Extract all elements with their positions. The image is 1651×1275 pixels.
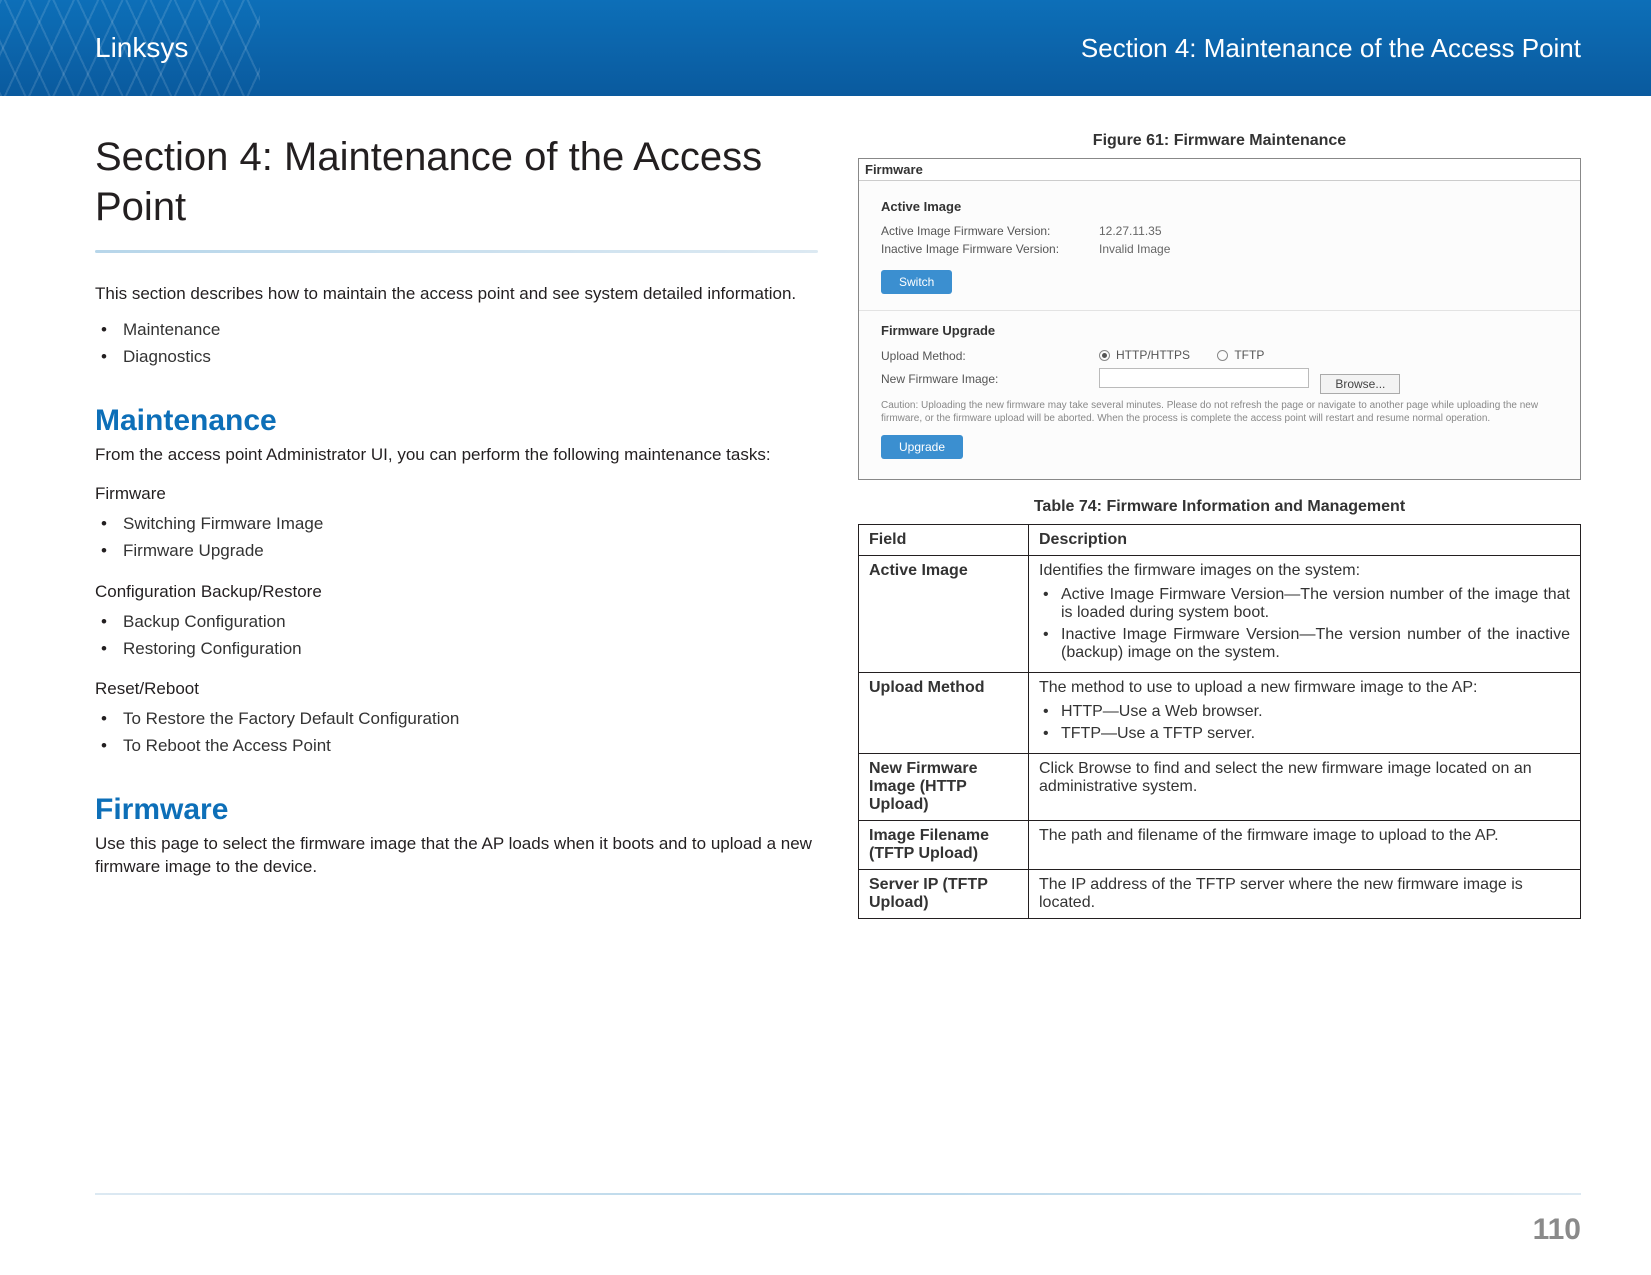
config-group-label: Configuration Backup/Restore	[95, 581, 818, 604]
desc-text: Identifies the firmware images on the sy…	[1039, 562, 1360, 579]
active-image-heading: Active Image	[881, 199, 1558, 214]
maintenance-text: From the access point Administrator UI, …	[95, 444, 818, 467]
list-item: Maintenance	[95, 316, 818, 343]
list-item: Restoring Configuration	[95, 635, 818, 662]
firmware-file-input[interactable]	[1099, 368, 1309, 388]
page-number: 110	[1533, 1213, 1581, 1247]
right-column: Figure 61: Firmware Maintenance Firmware…	[858, 132, 1581, 919]
firmware-group-list: Switching Firmware Image Firmware Upgrad…	[95, 510, 818, 564]
caution-text: Caution: Uploading the new firmware may …	[881, 399, 1558, 425]
table-row: Server IP (TFTP Upload) The IP address o…	[859, 869, 1581, 918]
list-item: Backup Configuration	[95, 608, 818, 635]
firmware-info-table: Field Description Active Image Identifie…	[858, 524, 1581, 919]
desc-cell: Identifies the firmware images on the sy…	[1029, 555, 1581, 672]
list-item: Firmware Upgrade	[95, 537, 818, 564]
table-header-field: Field	[859, 524, 1029, 555]
figure-caption: Figure 61: Firmware Maintenance	[858, 132, 1581, 150]
desc-list-item: Active Image Firmware Version—The versio…	[1039, 586, 1570, 622]
left-column: Section 4: Maintenance of the Access Poi…	[95, 132, 818, 919]
maintenance-heading: Maintenance	[95, 404, 818, 438]
switch-button[interactable]: Switch	[881, 270, 952, 294]
desc-cell: The path and filename of the firmware im…	[1029, 820, 1581, 869]
firmware-screenshot: Firmware Active Image Active Image Firmw…	[858, 158, 1581, 480]
field-cell: Upload Method	[859, 672, 1029, 753]
section-title: Section 4: Maintenance of the Access Poi…	[95, 132, 818, 232]
desc-cell: Click Browse to find and select the new …	[1029, 753, 1581, 820]
table-row: New Firmware Image (HTTP Upload) Click B…	[859, 753, 1581, 820]
field-cell: Image Filename (TFTP Upload)	[859, 820, 1029, 869]
firmware-heading: Firmware	[95, 793, 818, 827]
list-item: To Reboot the Access Point	[95, 732, 818, 759]
table-header-desc: Description	[1029, 524, 1581, 555]
active-version-value: 12.27.11.35	[1099, 224, 1162, 238]
tftp-radio[interactable]: TFTP	[1217, 348, 1264, 362]
radio-dot-icon	[1217, 350, 1228, 361]
footer-divider	[95, 1193, 1581, 1195]
page-content: Section 4: Maintenance of the Access Poi…	[0, 96, 1651, 919]
inactive-version-value: Invalid Image	[1099, 242, 1170, 256]
table-caption: Table 74: Firmware Information and Manag…	[858, 498, 1581, 516]
new-firmware-label: New Firmware Image:	[881, 372, 1081, 386]
list-item: Switching Firmware Image	[95, 510, 818, 537]
page-header: Linksys Section 4: Maintenance of the Ac…	[0, 0, 1651, 96]
upgrade-button[interactable]: Upgrade	[881, 435, 963, 459]
http-radio-label: HTTP/HTTPS	[1116, 348, 1190, 362]
title-divider	[95, 250, 818, 253]
firmware-upgrade-heading: Firmware Upgrade	[881, 323, 1558, 338]
config-group-list: Backup Configuration Restoring Configura…	[95, 608, 818, 662]
field-cell: New Firmware Image (HTTP Upload)	[859, 753, 1029, 820]
screenshot-divider	[859, 310, 1580, 311]
field-cell: Active Image	[859, 555, 1029, 672]
table-row: Upload Method The method to use to uploa…	[859, 672, 1581, 753]
table-row: Active Image Identifies the firmware ima…	[859, 555, 1581, 672]
field-cell: Server IP (TFTP Upload)	[859, 869, 1029, 918]
desc-list-item: TFTP—Use a TFTP server.	[1039, 725, 1570, 743]
screenshot-panel-title: Firmware	[859, 159, 1580, 181]
browse-button[interactable]: Browse...	[1320, 374, 1400, 394]
desc-text: The method to use to upload a new firmwa…	[1039, 679, 1477, 696]
reset-group-list: To Restore the Factory Default Configura…	[95, 705, 818, 759]
intro-paragraph: This section describes how to maintain t…	[95, 283, 818, 306]
firmware-group-label: Firmware	[95, 483, 818, 506]
reset-group-label: Reset/Reboot	[95, 678, 818, 701]
upload-method-label: Upload Method:	[881, 349, 1081, 363]
table-row: Image Filename (TFTP Upload) The path an…	[859, 820, 1581, 869]
header-section-title: Section 4: Maintenance of the Access Poi…	[1081, 33, 1581, 64]
desc-list-item: HTTP—Use a Web browser.	[1039, 703, 1570, 721]
http-radio[interactable]: HTTP/HTTPS	[1099, 348, 1190, 362]
list-item: To Restore the Factory Default Configura…	[95, 705, 818, 732]
radio-dot-icon	[1099, 350, 1110, 361]
intro-list: Maintenance Diagnostics	[95, 316, 818, 370]
desc-cell: The method to use to upload a new firmwa…	[1029, 672, 1581, 753]
tftp-radio-label: TFTP	[1234, 348, 1264, 362]
active-version-label: Active Image Firmware Version:	[881, 224, 1081, 238]
desc-cell: The IP address of the TFTP server where …	[1029, 869, 1581, 918]
list-item: Diagnostics	[95, 343, 818, 370]
inactive-version-label: Inactive Image Firmware Version:	[881, 242, 1081, 256]
table-header-row: Field Description	[859, 524, 1581, 555]
firmware-text: Use this page to select the firmware ima…	[95, 833, 818, 879]
brand-name: Linksys	[95, 32, 188, 64]
desc-list-item: Inactive Image Firmware Version—The vers…	[1039, 626, 1570, 662]
